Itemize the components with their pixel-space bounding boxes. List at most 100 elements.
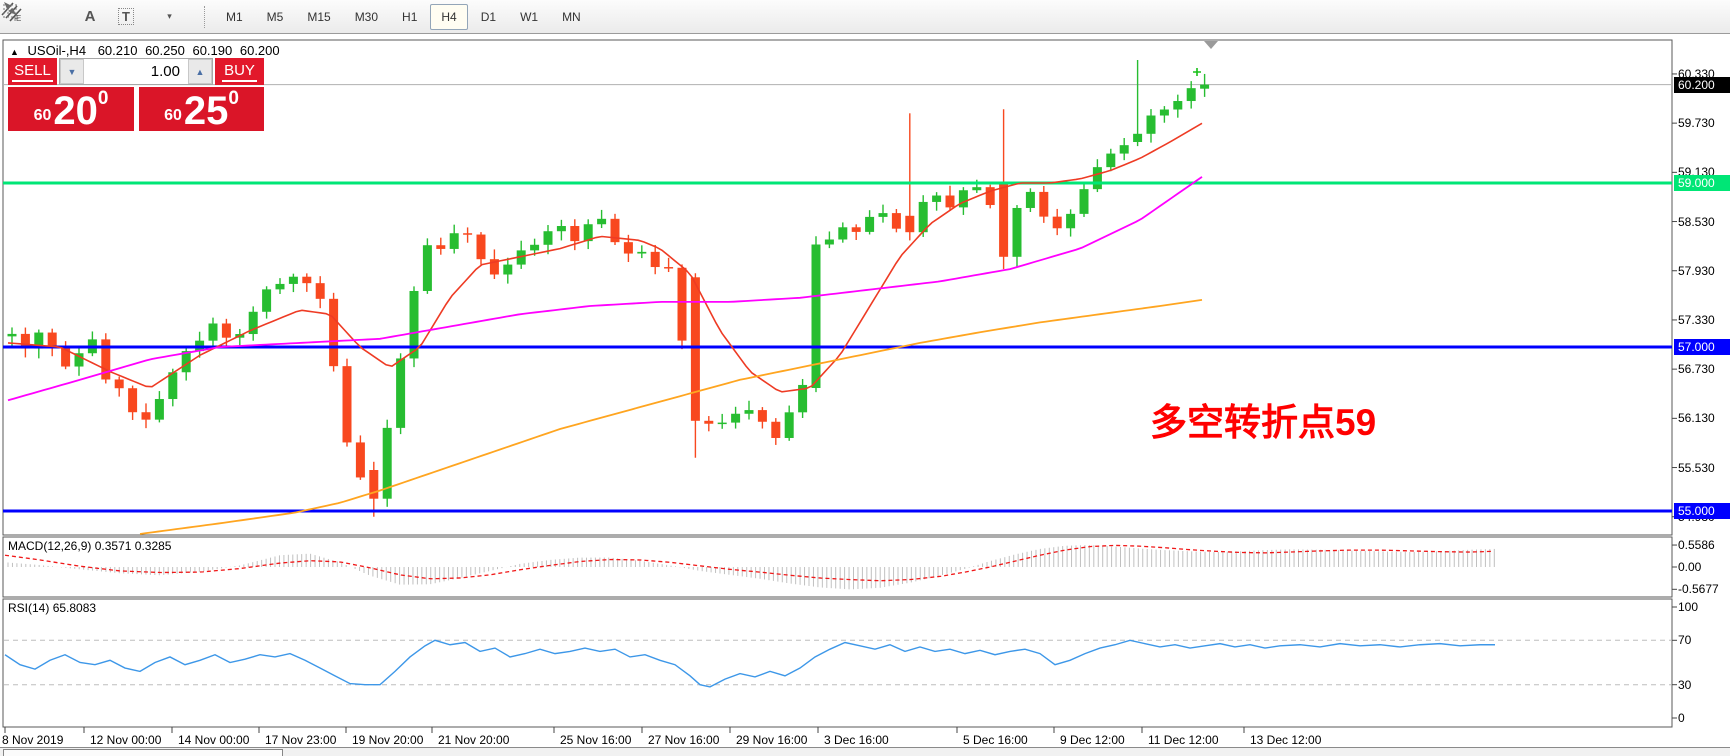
ohlc-low: 60.190 xyxy=(192,43,232,58)
candle-body xyxy=(812,245,821,389)
time-axis-label: 12 Nov 00:00 xyxy=(90,733,161,747)
candle-body xyxy=(1106,154,1115,168)
time-axis-label: 9 Dec 12:00 xyxy=(1060,733,1125,747)
ohlc-close: 60.200 xyxy=(240,43,280,58)
candle-body xyxy=(771,422,780,438)
candle-body xyxy=(289,277,298,284)
axis-tick-label: 57.330 xyxy=(1678,313,1715,327)
buy-price-handle: 60 xyxy=(164,107,182,125)
chevron-down-icon: ▼ xyxy=(68,67,77,77)
candle-body xyxy=(450,233,459,249)
candle-body xyxy=(463,233,472,235)
candle-body xyxy=(718,423,727,425)
candle-body xyxy=(1093,167,1102,189)
buy-button-label: BUY xyxy=(222,62,257,82)
buy-price-box[interactable]: 60 25 0 xyxy=(139,87,264,131)
axis-price-badge: 57.000 xyxy=(1674,339,1730,355)
candle-body xyxy=(168,372,177,399)
time-axis-label: 29 Nov 16:00 xyxy=(736,733,807,747)
candle-body xyxy=(1039,192,1048,217)
axis-tick-label: 100 xyxy=(1678,600,1698,614)
sell-price-box[interactable]: 60 20 0 xyxy=(8,87,134,131)
candle-body xyxy=(356,442,365,477)
sell-button[interactable]: SELL xyxy=(8,58,57,85)
sell-price-handle: 60 xyxy=(34,107,52,125)
candle-body xyxy=(691,277,700,421)
axis-tick-label: 56.730 xyxy=(1678,362,1715,376)
buy-price-big: 25 xyxy=(184,93,229,129)
panel-border xyxy=(3,537,1672,597)
candle-body xyxy=(1187,88,1196,101)
volume-decrease-button[interactable]: ▼ xyxy=(60,59,84,84)
axis-tick-label: -0.5677 xyxy=(1678,582,1719,596)
time-axis-label: 5 Dec 16:00 xyxy=(963,733,1028,747)
candle-body xyxy=(597,219,606,224)
candle-body xyxy=(262,289,271,311)
chart-annotation-text: 多空转折点59 xyxy=(1150,392,1376,446)
candle-body xyxy=(302,277,311,283)
sell-button-label: SELL xyxy=(12,62,53,82)
scrollbar-thumb[interactable] xyxy=(3,749,283,756)
trading-terminal: E F A T ▾ M1M5M15M30H1H4D1W xyxy=(0,0,1730,756)
collapse-triangle-icon[interactable]: ▲ xyxy=(10,47,19,57)
candle-body xyxy=(852,227,861,232)
time-axis-label: 25 Nov 16:00 xyxy=(560,733,631,747)
volume-value[interactable]: 1.00 xyxy=(84,59,188,84)
rsi-value: 65.8083 xyxy=(53,601,96,615)
candle-body xyxy=(423,245,432,291)
ohlc-high: 60.250 xyxy=(145,43,185,58)
axis-price-badge: 55.000 xyxy=(1674,503,1730,519)
time-axis-label: 17 Nov 23:00 xyxy=(265,733,336,747)
axis-tick-label: 0.5586 xyxy=(1678,538,1715,552)
candle-body xyxy=(436,245,445,249)
candle-body xyxy=(316,283,325,299)
candle-body xyxy=(128,388,137,412)
horizontal-scrollbar[interactable] xyxy=(0,747,1730,756)
candle-body xyxy=(637,252,646,254)
candle-body xyxy=(664,267,673,269)
candle-body xyxy=(838,227,847,239)
chart-header: ▲ USOil-,H4 60.210 60.250 60.190 60.200 xyxy=(10,43,284,58)
candle-body xyxy=(959,190,968,207)
candle-body xyxy=(704,421,713,424)
candle-body xyxy=(905,216,914,232)
sell-price-pip: 0 xyxy=(98,88,109,110)
buy-button[interactable]: BUY xyxy=(215,58,264,85)
buy-price-pip: 0 xyxy=(228,88,239,110)
chevron-up-icon: ▲ xyxy=(196,67,205,77)
volume-increase-button[interactable]: ▲ xyxy=(188,59,212,84)
candle-body xyxy=(115,379,124,388)
axis-price-badge: 60.200 xyxy=(1674,77,1730,93)
candle-body xyxy=(557,226,566,231)
candle-body xyxy=(825,239,834,244)
candle-body xyxy=(503,265,512,275)
time-axis-label: 13 Dec 12:00 xyxy=(1250,733,1321,747)
sell-price-big: 20 xyxy=(53,93,98,129)
time-axis-label: 11 Dec 12:00 xyxy=(1148,733,1219,747)
candle-body xyxy=(1173,101,1182,109)
candle-body xyxy=(879,213,888,217)
volume-spinner: ▼ 1.00 ▲ xyxy=(59,58,213,85)
candle-body xyxy=(8,334,17,336)
candle-body xyxy=(651,252,660,267)
axis-price-badge: 59.000 xyxy=(1674,175,1730,191)
candle-body xyxy=(1080,189,1089,214)
one-click-trade-panel: SELL ▼ 1.00 ▲ BUY 60 20 0 60 xyxy=(8,58,264,131)
macd-name: MACD(12,26,9) xyxy=(8,539,91,553)
time-axis-label: 3 Dec 16:00 xyxy=(824,733,889,747)
time-axis-label: 14 Nov 00:00 xyxy=(178,733,249,747)
axis-tick-label: 57.930 xyxy=(1678,264,1715,278)
candle-body xyxy=(329,299,338,366)
candle-body xyxy=(142,412,151,419)
candle-body xyxy=(1026,192,1035,208)
axis-tick-label: 30 xyxy=(1678,678,1691,692)
macd-value-signal: 0.3285 xyxy=(135,539,172,553)
time-axis-label: 27 Nov 16:00 xyxy=(648,733,719,747)
candle-body xyxy=(209,323,218,340)
rsi-label: RSI(14) 65.8083 xyxy=(8,601,96,615)
candle-body xyxy=(530,245,539,251)
axis-tick-label: 0.00 xyxy=(1678,560,1701,574)
axis-tick-label: 70 xyxy=(1678,633,1691,647)
candle-body xyxy=(624,242,633,253)
candle-body xyxy=(1200,85,1209,89)
